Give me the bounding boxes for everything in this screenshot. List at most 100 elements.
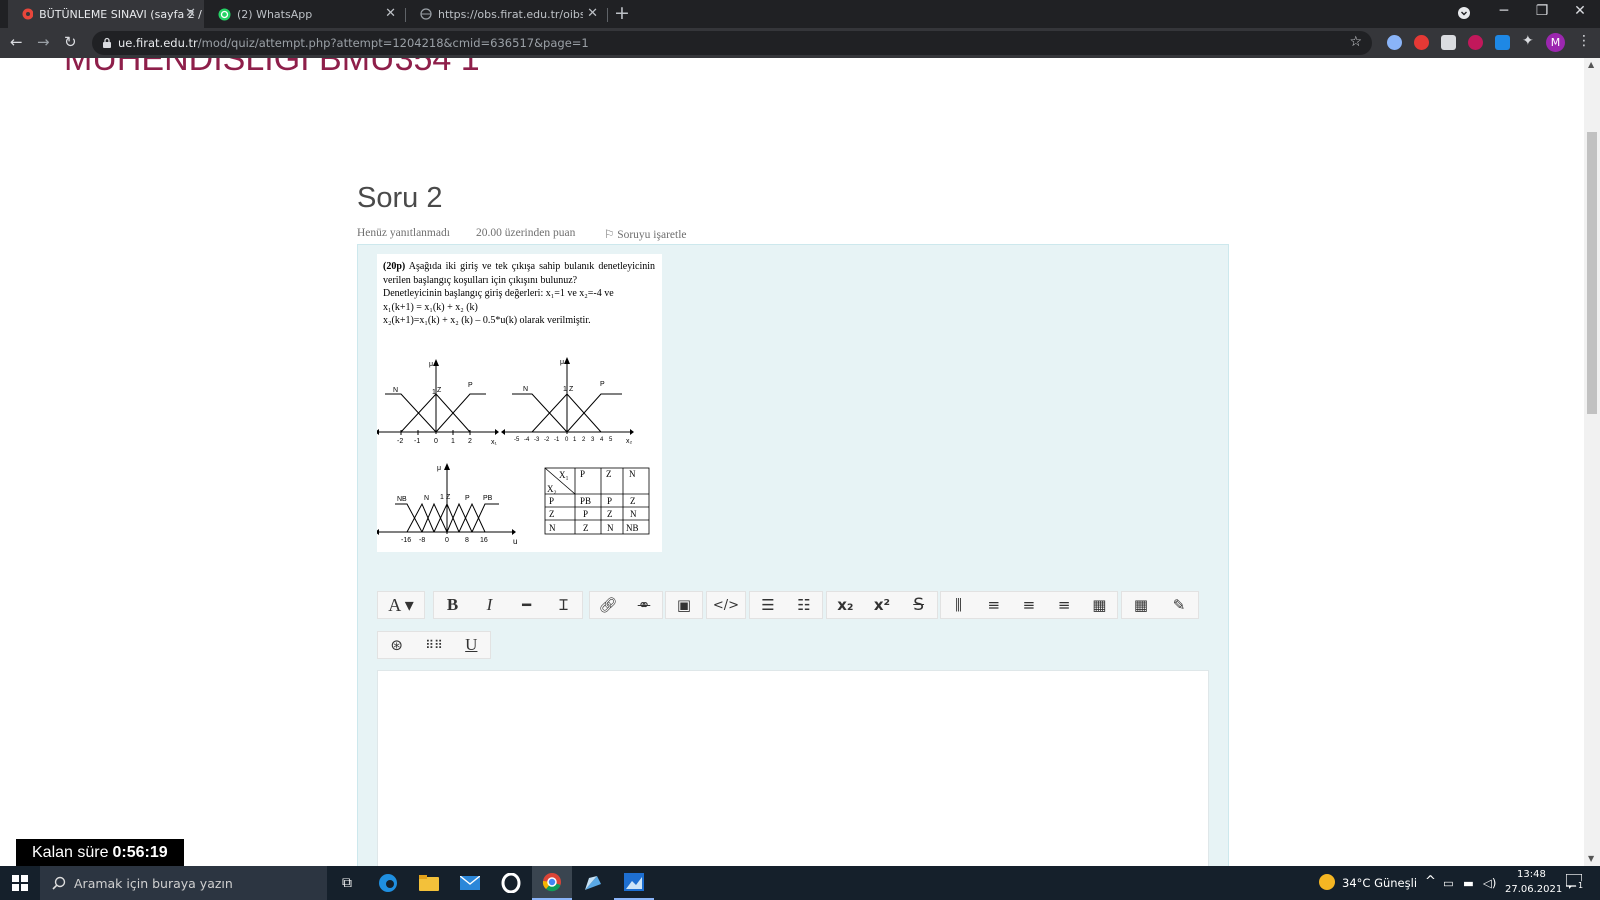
task-view-icon[interactable]: ⧉	[327, 866, 367, 900]
u-tick: -16	[401, 537, 411, 544]
rule-table-col: P	[580, 469, 585, 479]
address-bar[interactable]: ue.firat.edu.tr/mod/quiz/attempt.php?att…	[92, 31, 1372, 55]
chrome-icon[interactable]	[532, 866, 572, 900]
align-center-icon[interactable]: ≡	[1018, 596, 1040, 614]
bullet-list-icon[interactable]: ☰	[757, 596, 779, 614]
editor-toolbar-group: </>	[706, 591, 746, 619]
app-icon-1[interactable]	[573, 866, 613, 900]
scrollbar-thumb[interactable]	[1587, 132, 1597, 414]
editor-toolbar-group: B I ━ Ɪ	[433, 591, 583, 619]
x2-tick: 0	[565, 437, 569, 443]
clear-format-icon[interactable]: Ɪ	[553, 595, 575, 615]
scroll-up-icon[interactable]: ▲	[1588, 60, 1594, 69]
rule-table-cell: Z	[630, 496, 636, 506]
tab-obs[interactable]: https://obs.firat.edu.tr/oibs/ogre ✕	[406, 0, 606, 28]
close-tab-icon[interactable]: ✕	[587, 6, 598, 21]
windows-start-icon[interactable]	[0, 866, 40, 900]
rule-table-row-head: N	[549, 523, 556, 533]
clock-date[interactable]: 27.06.2021	[1505, 884, 1562, 895]
bookmark-star-icon[interactable]: ☆	[1349, 34, 1362, 50]
extensions-puzzle-icon[interactable]: ✦	[1522, 33, 1534, 49]
weather-icon[interactable]	[1318, 873, 1336, 891]
strikethrough-icon[interactable]: S	[908, 595, 930, 615]
opera-icon[interactable]	[491, 866, 531, 900]
page-content: MÜHENDİSLİĞİ BMU354 1 Soru 2 Henüz yanıt…	[0, 58, 1584, 866]
font-icon[interactable]: A ▾	[388, 595, 414, 616]
edit-icon[interactable]: ✎	[1168, 596, 1190, 614]
file-explorer-icon[interactable]	[409, 866, 449, 900]
mail-icon[interactable]	[450, 866, 490, 900]
reload-icon[interactable]: ↻	[64, 33, 77, 51]
tray-chevron-icon[interactable]: ^	[1425, 874, 1436, 889]
restore-icon[interactable]: ❐	[1532, 3, 1552, 19]
adblock-icon[interactable]	[1414, 35, 1429, 50]
globe-icon	[420, 8, 432, 20]
edge-icon[interactable]	[368, 866, 408, 900]
extension-icon-3[interactable]	[1441, 35, 1456, 50]
table-icon[interactable]: ▦	[1088, 596, 1110, 614]
extension-icon-4[interactable]	[1468, 35, 1483, 50]
rule-table-corner-bottom: X₂	[547, 484, 557, 494]
accessibility-icon[interactable]: ⊛	[386, 636, 408, 654]
align-right-icon[interactable]: ≡	[1053, 596, 1075, 614]
horizontal-rule-icon[interactable]: ━	[516, 596, 538, 614]
rule-table-cell: NB	[626, 523, 639, 533]
answer-editor[interactable]	[377, 670, 1209, 866]
extension-icon-5[interactable]	[1495, 35, 1510, 50]
rule-table-cell: PB	[580, 496, 591, 506]
back-icon[interactable]: ←	[10, 33, 23, 51]
flag-question-link[interactable]: ⚐ Soruyu işaretle	[604, 227, 687, 241]
minimize-icon[interactable]: ─	[1494, 3, 1514, 19]
tab-divider	[607, 8, 608, 22]
tab-search-icon[interactable]	[1457, 6, 1477, 20]
link-icon[interactable]: 🔗︎	[597, 596, 619, 614]
x2-tick: -2	[544, 437, 550, 443]
braille-icon[interactable]: ⠿⠿	[423, 638, 445, 652]
scroll-down-icon[interactable]: ▼	[1588, 854, 1594, 863]
image-icon[interactable]: ▣	[673, 596, 695, 614]
rule-table-row-head: Z	[549, 509, 555, 519]
page-scrollbar[interactable]: ▲ ▼	[1584, 58, 1600, 866]
close-tab-icon[interactable]: ✕	[185, 6, 196, 21]
column-icon[interactable]: ⫼	[948, 596, 970, 614]
rule-table-cell: P	[583, 509, 588, 519]
unlink-icon[interactable]: ⚭	[633, 596, 655, 614]
network-icon[interactable]: ▭	[1443, 876, 1454, 890]
menu-icon[interactable]: ⋮	[1577, 33, 1591, 49]
url-text[interactable]: ue.firat.edu.tr/mod/quiz/attempt.php?att…	[118, 36, 589, 50]
notification-icon[interactable]: 1	[1566, 874, 1586, 890]
weather-text[interactable]: 34°C Güneşli	[1342, 876, 1417, 890]
tab-whatsapp[interactable]: (2) WhatsApp ✕	[204, 0, 404, 28]
italic-icon[interactable]: I	[479, 595, 501, 615]
forward-icon[interactable]: →	[37, 33, 50, 51]
bold-icon[interactable]: B	[442, 595, 464, 615]
extension-icon-1[interactable]	[1387, 35, 1402, 50]
subscript-icon[interactable]: x₂	[834, 596, 856, 614]
numbered-list-icon[interactable]: ☷	[793, 596, 815, 614]
rule-table-corner-top: X₁	[559, 470, 569, 480]
x1-axis-label: x₁	[491, 439, 498, 446]
close-tab-icon[interactable]: ✕	[385, 6, 396, 21]
search-placeholder: Aramak için buraya yazın	[74, 875, 233, 891]
x2-tick: -4	[524, 437, 530, 443]
editor-toolbar-group: ☰ ☷	[749, 591, 823, 619]
battery-icon[interactable]: ▬	[1463, 876, 1474, 890]
profile-avatar[interactable]: M	[1546, 33, 1565, 52]
rule-table-cell: Z	[583, 523, 589, 533]
align-left-icon[interactable]: ≡	[983, 596, 1005, 614]
calculator-icon[interactable]: ▦	[1130, 596, 1152, 614]
volume-icon[interactable]: ◁)	[1483, 876, 1496, 890]
app-icon-2[interactable]	[614, 866, 654, 900]
editor-toolbar-group: ▦ ✎	[1121, 591, 1199, 619]
rule-table-cell: P	[607, 496, 612, 506]
clock-time[interactable]: 13:48	[1517, 869, 1546, 880]
close-window-icon[interactable]: ✕	[1570, 3, 1590, 19]
new-tab-button[interactable]: +	[614, 2, 630, 24]
tab-quiz[interactable]: BÜTÜNLEME SINAVI (sayfa 2 / 4) ✕	[8, 0, 204, 28]
code-icon[interactable]: </>	[713, 598, 739, 613]
underline-icon[interactable]: U	[460, 635, 482, 655]
taskbar-search-box[interactable]: Aramak için buraya yazın	[40, 866, 327, 900]
search-icon	[52, 876, 66, 890]
superscript-icon[interactable]: x²	[871, 596, 893, 614]
u-pb-label: PB	[483, 495, 493, 502]
